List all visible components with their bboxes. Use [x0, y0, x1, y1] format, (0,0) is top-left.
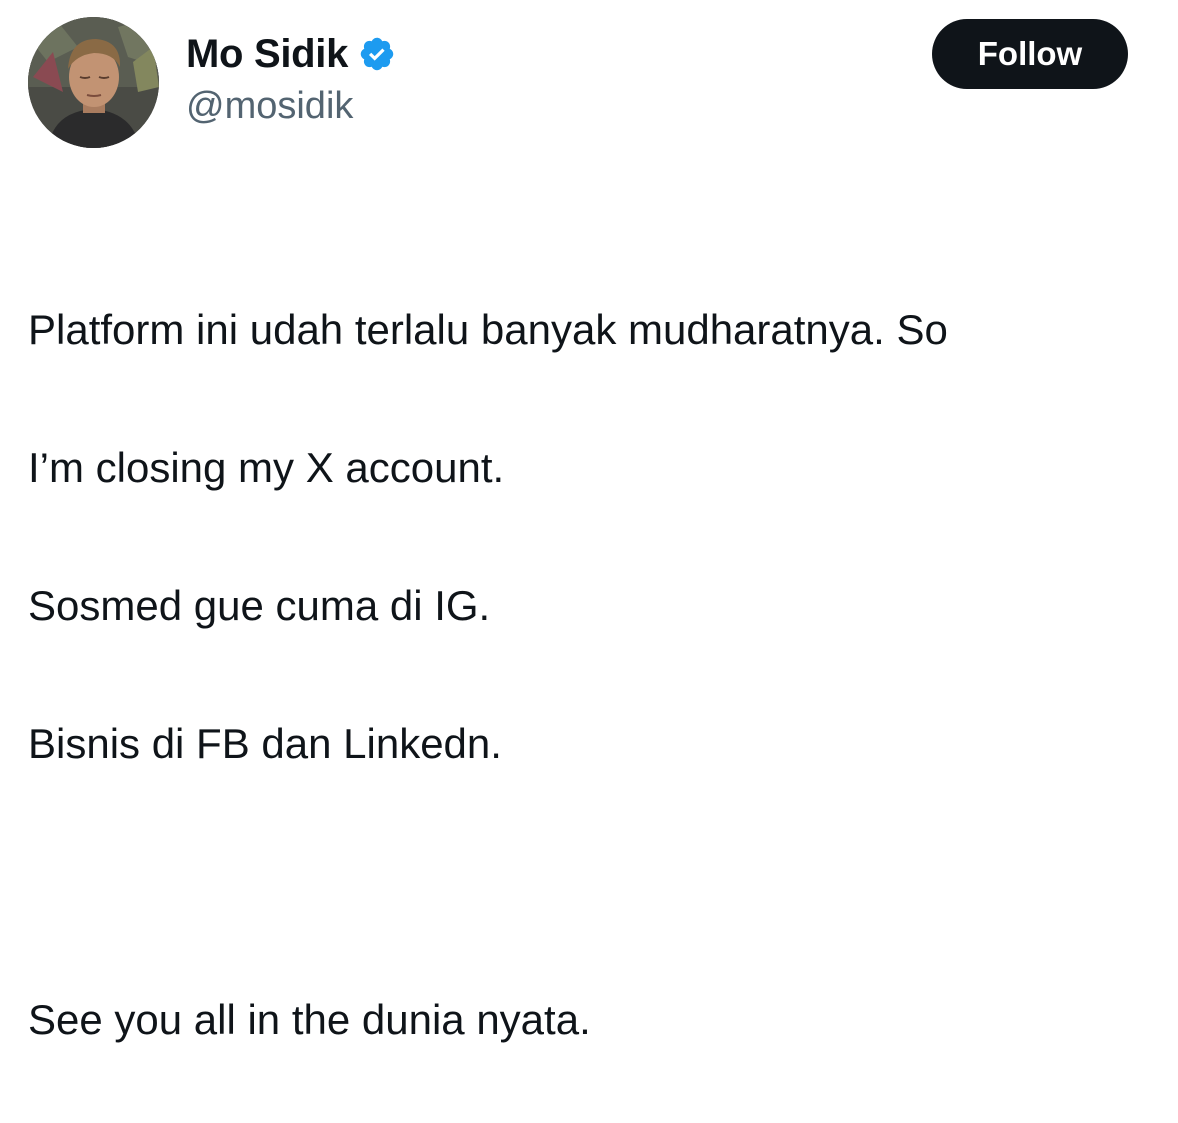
tweet-line: Sosmed gue cuma di IG. [28, 582, 491, 629]
tweet-card: Mo Sidik @mosidik Follow Platform ini ud… [0, 0, 1178, 1043]
user-handle[interactable]: @mosidik [186, 82, 396, 130]
display-name[interactable]: Mo Sidik [186, 28, 348, 80]
author-info: Mo Sidik @mosidik [186, 28, 396, 130]
avatar[interactable] [28, 17, 159, 148]
user-photo-icon [28, 17, 159, 148]
tweet-text: Platform ini udah terlalu banyak mudhara… [28, 226, 1158, 1123]
tweet-line: Bisnis di FB dan Linkedn. [28, 720, 502, 767]
tweet-line: Platform ini udah terlalu banyak mudhara… [28, 306, 948, 353]
tweet-line: See you all in the dunia nyata. [28, 996, 591, 1043]
follow-button[interactable]: Follow [932, 19, 1128, 89]
name-row: Mo Sidik [186, 28, 396, 80]
verified-badge-icon[interactable] [358, 35, 396, 73]
tweet-line: I’m closing my X account. [28, 444, 505, 491]
